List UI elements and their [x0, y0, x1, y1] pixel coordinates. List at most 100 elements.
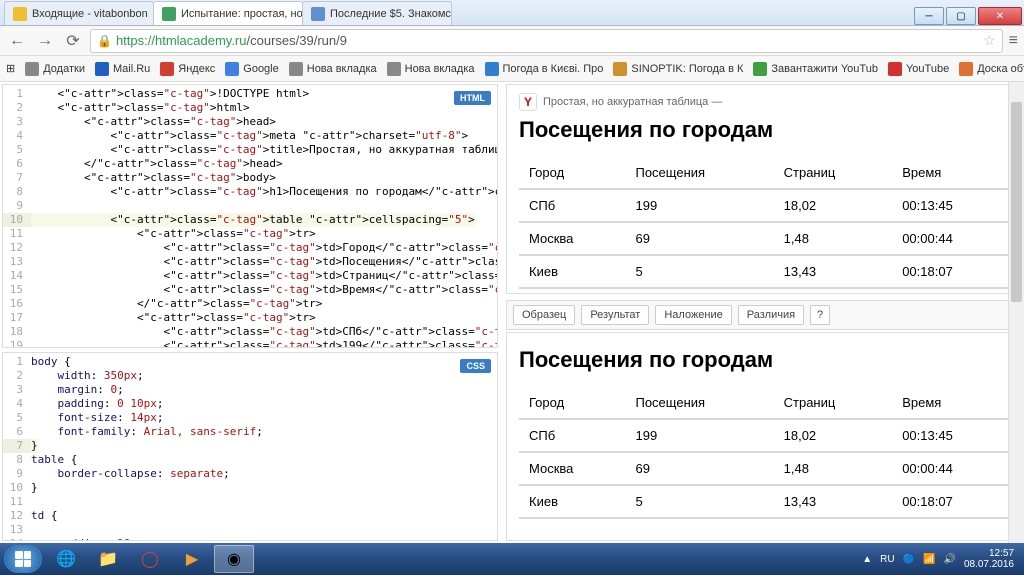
- back-button[interactable]: ←: [6, 30, 28, 52]
- html-editor[interactable]: HTML 1 <"c-attr">class="c-tag">!DOCTYPE …: [2, 84, 498, 348]
- result-tab[interactable]: ?: [810, 305, 830, 325]
- apps-icon: ⊞: [6, 62, 15, 75]
- table-header-row: ГородПосещенияСтраницВремя: [519, 157, 1009, 190]
- result-tab[interactable]: Различия: [738, 305, 804, 325]
- css-badge: CSS: [460, 359, 491, 373]
- table-row: Киев513,4300:18:07: [519, 486, 1009, 519]
- bookmark-star-icon[interactable]: ☆: [983, 32, 996, 49]
- preview-column: Y Простая, но аккуратная таблица — Посещ…: [500, 82, 1024, 543]
- bookmark-label: YouTube: [906, 63, 949, 75]
- bookmark-item[interactable]: Mail.Ru: [95, 62, 150, 76]
- preview-tab-label: Простая, но аккуратная таблица —: [543, 96, 722, 108]
- table-cell: 13,43: [774, 486, 893, 519]
- tab-title: Испытание: простая, но: [181, 8, 303, 20]
- table-cell: СПб: [519, 190, 625, 223]
- bookmark-label: Погода в Києві. Про: [503, 63, 604, 75]
- table-cell: Москва: [519, 453, 625, 486]
- url-input[interactable]: 🔒 https://htmlacademy.ru /courses/39/run…: [90, 29, 1003, 53]
- table-header-cell: Время: [892, 387, 1009, 420]
- explorer-icon[interactable]: 📁: [88, 545, 128, 573]
- table-cell: 00:00:44: [892, 223, 1009, 256]
- minimize-button[interactable]: ─: [914, 7, 944, 25]
- table-header-cell: Посещения: [625, 157, 773, 190]
- bookmark-label: Доска объявлений О: [977, 63, 1024, 75]
- table-cell: 00:18:07: [892, 256, 1009, 289]
- result-tab[interactable]: Результат: [581, 305, 649, 325]
- windows-logo-icon: [15, 551, 31, 567]
- favicon: [311, 7, 325, 21]
- result-tab[interactable]: Наложение: [655, 305, 731, 325]
- forward-button[interactable]: →: [34, 30, 56, 52]
- bookmark-favicon: [160, 62, 174, 76]
- flag-icon[interactable]: 🔵: [903, 554, 915, 565]
- browser-tab[interactable]: Входящие - vitabonbon×: [4, 1, 154, 25]
- table-cell: 69: [625, 453, 773, 486]
- opera-icon[interactable]: ◯: [130, 545, 170, 573]
- preview-heading-bottom: Посещения по городам: [519, 347, 1009, 373]
- media-icon[interactable]: ▶: [172, 545, 212, 573]
- bookmark-favicon: [387, 62, 401, 76]
- clock-time: 12:57: [964, 548, 1014, 559]
- bookmark-item[interactable]: Нова вкладка: [289, 62, 377, 76]
- system-tray[interactable]: ▲ RU 🔵 📶 🔊 12:57 08.07.2016: [862, 548, 1020, 570]
- bookmark-label: Нова вкладка: [405, 63, 475, 75]
- volume-icon[interactable]: 🔊: [943, 554, 955, 565]
- bookmark-item[interactable]: Яндекс: [160, 62, 215, 76]
- bookmark-item[interactable]: Додатки: [25, 62, 85, 76]
- apps-button[interactable]: ⊞: [6, 62, 15, 75]
- browser-tab[interactable]: Испытание: простая, но×: [153, 1, 303, 25]
- preview-top: Y Простая, но аккуратная таблица — Посещ…: [506, 84, 1022, 294]
- table-header-cell: Страниц: [774, 387, 893, 420]
- table-cell: 69: [625, 223, 773, 256]
- bookmark-favicon: [959, 62, 973, 76]
- table-cell: 18,02: [774, 190, 893, 223]
- browser-tab[interactable]: Последние $5. Знакомст×: [302, 1, 452, 25]
- bookmark-favicon: [485, 62, 499, 76]
- bookmark-item[interactable]: Google: [225, 62, 278, 76]
- css-code[interactable]: 1body {2 width: 350px;3 margin: 0;4 padd…: [3, 353, 497, 541]
- chrome-menu-button[interactable]: ≡: [1009, 32, 1018, 50]
- bookmark-item[interactable]: SINOPTIK: Погода в К: [613, 62, 743, 76]
- ie-icon[interactable]: 🌐: [46, 545, 86, 573]
- page-scrollbar[interactable]: [1008, 82, 1024, 543]
- preview-heading: Посещения по городам: [519, 117, 1009, 143]
- html-code[interactable]: 1 <"c-attr">class="c-tag">!DOCTYPE html>…: [3, 85, 497, 348]
- table-cell: Киев: [519, 486, 625, 519]
- scroll-thumb[interactable]: [1011, 102, 1022, 302]
- table-cell: 13,43: [774, 256, 893, 289]
- table-row: Киев513,4300:18:07: [519, 256, 1009, 289]
- bookmark-item[interactable]: YouTube: [888, 62, 949, 76]
- favicon: [162, 7, 176, 21]
- table-cell: 18,02: [774, 420, 893, 453]
- preview-tab-header: Y Простая, но аккуратная таблица —: [519, 93, 1009, 111]
- bookmark-label: Додатки: [43, 63, 85, 75]
- bookmarks-bar: ⊞ Додатки Mail.Ru Яндекс Google Нова вкладка Н…: [0, 56, 1024, 82]
- taskbar-clock[interactable]: 12:57 08.07.2016: [964, 548, 1014, 570]
- taskbar-apps: 🌐 📁 ◯ ▶ ◉: [46, 545, 254, 573]
- start-button[interactable]: [4, 545, 42, 573]
- tab-title: Входящие - vitabonbon: [32, 8, 148, 20]
- lang-indicator[interactable]: RU: [880, 554, 894, 565]
- table-cell: 5: [625, 256, 773, 289]
- preview-table-bottom: ГородПосещенияСтраницВремяСПб19918,0200:…: [519, 387, 1009, 519]
- maximize-button[interactable]: ▢: [946, 7, 976, 25]
- table-cell: 199: [625, 420, 773, 453]
- bookmark-favicon: [225, 62, 239, 76]
- editors-column: HTML 1 <"c-attr">class="c-tag">!DOCTYPE …: [0, 82, 500, 543]
- bookmark-label: Завантажити YouTub: [771, 63, 878, 75]
- tray-up-icon[interactable]: ▲: [862, 554, 872, 565]
- bookmark-item[interactable]: Завантажити YouTub: [753, 62, 878, 76]
- bookmark-item[interactable]: Погода в Києві. Про: [485, 62, 604, 76]
- table-cell: 00:13:45: [892, 190, 1009, 223]
- window-controls: ─ ▢ ✕: [914, 7, 1024, 25]
- network-icon[interactable]: 📶: [923, 554, 935, 565]
- table-row: Москва691,4800:00:44: [519, 223, 1009, 256]
- css-editor[interactable]: CSS 1body {2 width: 350px;3 margin: 0;4 …: [2, 352, 498, 541]
- chrome-icon[interactable]: ◉: [214, 545, 254, 573]
- result-tab[interactable]: Образец: [513, 305, 575, 325]
- bookmark-item[interactable]: Нова вкладка: [387, 62, 475, 76]
- bookmark-favicon: [888, 62, 902, 76]
- bookmark-item[interactable]: Доска объявлений О: [959, 62, 1024, 76]
- reload-button[interactable]: ⟳: [62, 30, 84, 52]
- close-button[interactable]: ✕: [978, 7, 1022, 25]
